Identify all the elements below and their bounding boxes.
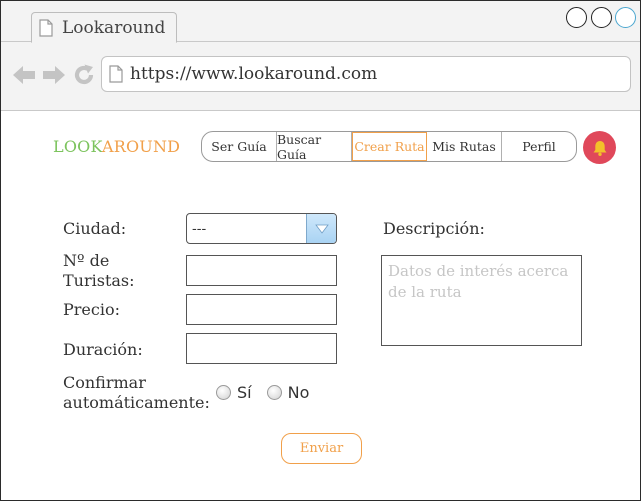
auto-confirm-label: Confirmar automáticamente: (63, 373, 210, 413)
page-icon (39, 18, 53, 37)
city-select-value: --- (192, 220, 207, 237)
submit-button[interactable]: Enviar (281, 433, 362, 464)
tourists-label: Nº de Turistas: (63, 251, 135, 291)
nav-mis-rutas[interactable]: Mis Rutas (427, 132, 502, 161)
description-textarea[interactable]: Datos de interés acerca de la ruta (381, 255, 582, 346)
duration-label: Duración: (63, 340, 143, 359)
reload-icon[interactable] (72, 63, 96, 87)
back-arrow-icon[interactable] (12, 64, 36, 86)
auto-confirm-label-line1: Confirmar (63, 373, 146, 392)
description-placeholder: Datos de interés acerca de la ruta (388, 262, 569, 301)
tab-title: Lookaround (62, 17, 166, 38)
window-maximize-button[interactable] (615, 7, 636, 28)
window-close-button[interactable] (566, 7, 587, 28)
nav-perfil[interactable]: Perfil (502, 132, 576, 161)
navigation-buttons (12, 63, 96, 87)
window-minimize-button[interactable] (591, 7, 612, 28)
auto-confirm-radio-group: Sí No (216, 383, 309, 402)
nav-crear-ruta[interactable]: Crear Ruta (352, 132, 427, 161)
url-text: https://www.lookaround.com (130, 64, 378, 84)
bell-icon (593, 140, 606, 156)
radio-no[interactable] (266, 385, 282, 400)
description-label: Descripción: (383, 219, 485, 238)
price-label: Precio: (63, 300, 120, 319)
price-input[interactable] (186, 294, 337, 325)
auto-confirm-label-line2: automáticamente: (63, 393, 210, 412)
notifications-button[interactable] (583, 131, 616, 164)
city-select-dropdown-button[interactable] (306, 214, 336, 243)
radio-yes[interactable] (216, 385, 231, 400)
nav-buscar-guia[interactable]: Buscar Guía (277, 132, 352, 161)
browser-chrome: Lookaround https://www.lookaround.com (1, 1, 640, 111)
tourists-input[interactable] (186, 255, 337, 286)
nav-ser-guia[interactable]: Ser Guía (202, 132, 277, 161)
app-logo[interactable]: LOOKAROUND (53, 137, 180, 156)
logo-around: AROUND (101, 137, 181, 156)
chevron-down-icon (314, 224, 329, 234)
tourists-label-line1: Nº de (63, 251, 110, 270)
city-label: Ciudad: (63, 219, 127, 238)
radio-yes-label[interactable]: Sí (237, 383, 252, 402)
logo-look: LOOK (53, 137, 102, 156)
page-icon (109, 65, 123, 83)
browser-window: Lookaround https://www.lookaround.com LO… (0, 0, 641, 501)
address-bar[interactable]: https://www.lookaround.com (101, 56, 631, 92)
radio-no-label[interactable]: No (288, 383, 310, 402)
duration-input[interactable] (186, 333, 337, 364)
city-select[interactable]: --- (186, 213, 337, 244)
main-nav: Ser Guía Buscar Guía Crear Ruta Mis Ruta… (201, 131, 577, 162)
forward-arrow-icon[interactable] (42, 64, 66, 86)
tourists-label-line2: Turistas: (63, 271, 135, 290)
browser-tab[interactable]: Lookaround (31, 12, 177, 43)
